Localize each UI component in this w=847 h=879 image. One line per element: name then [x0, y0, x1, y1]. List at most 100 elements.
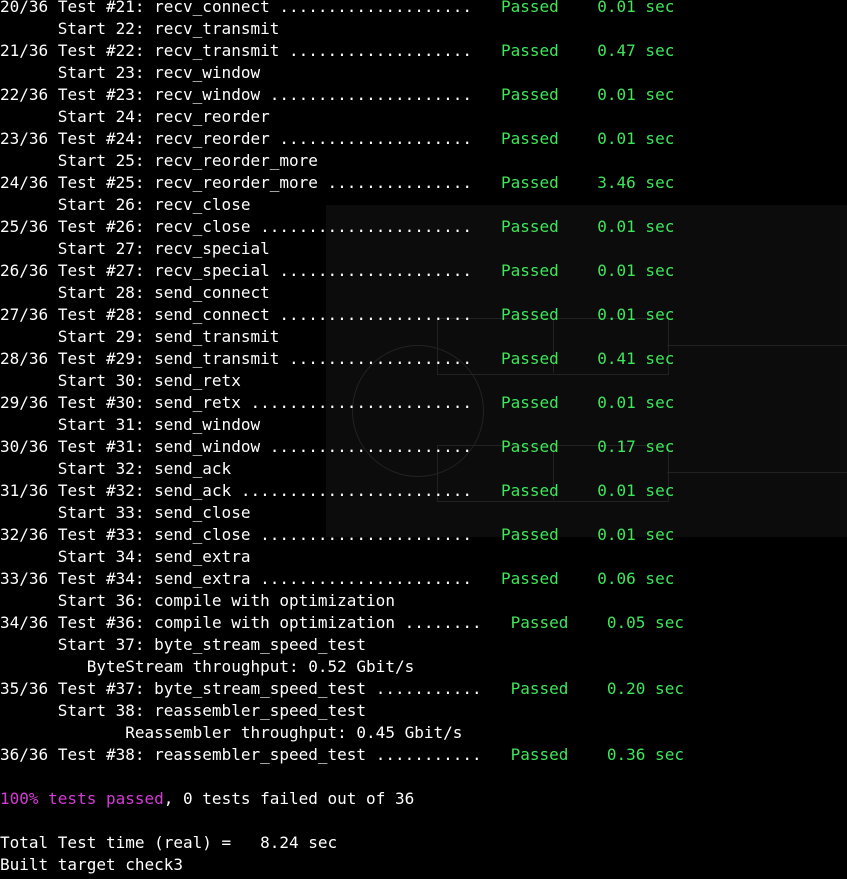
test-result-line: 34/36 Test #36: compile with optimizatio… — [0, 612, 847, 634]
test-time: 0.01 sec — [597, 261, 675, 280]
terminal-output: 20/36 Test #21: recv_connect ...........… — [0, 0, 847, 876]
test-time: 0.01 sec — [597, 393, 675, 412]
test-label: Test #29: send_transmit ................… — [57, 349, 473, 368]
test-status: Passed — [510, 745, 569, 764]
test-result-line: 28/36 Test #29: send_transmit ..........… — [0, 348, 847, 370]
test-status: Passed — [500, 173, 559, 192]
test-label: Test #32: send_ack .....................… — [57, 481, 473, 500]
test-result-line: 33/36 Test #34: send_extra .............… — [0, 568, 847, 590]
test-label: Test #34: send_extra ...................… — [57, 569, 473, 588]
test-result-line: 25/36 Test #26: recv_close .............… — [0, 216, 847, 238]
line-text: Start 28: send_connect — [0, 283, 270, 302]
line-text: Start 29: send_transmit — [0, 327, 280, 346]
test-label: Test #30: send_retx ....................… — [57, 393, 473, 412]
test-status: Passed — [500, 129, 559, 148]
test-time: 0.01 sec — [597, 481, 675, 500]
test-counter: 21/36 — [0, 41, 49, 60]
test-counter: 23/36 — [0, 129, 49, 148]
line-text: Start 23: recv_window — [0, 63, 261, 82]
test-label: Test #28: send_connect .................… — [57, 305, 473, 324]
test-time: 0.01 sec — [597, 0, 675, 16]
test-time: 0.01 sec — [597, 217, 675, 236]
test-result-line: 26/36 Test #27: recv_special ...........… — [0, 260, 847, 282]
test-label: Test #38: reassembler_speed_test .......… — [57, 745, 482, 764]
test-counter: 36/36 — [0, 745, 49, 764]
test-status: Passed — [510, 679, 569, 698]
test-time: 0.01 sec — [597, 525, 675, 544]
throughput-line: Reassembler throughput: 0.45 Gbit/s — [0, 722, 847, 744]
line-text: Start 26: recv_close — [0, 195, 251, 214]
test-result-line: 22/36 Test #23: recv_window ............… — [0, 84, 847, 106]
test-counter: 24/36 — [0, 173, 49, 192]
test-start-line: Start 32: send_ack — [0, 458, 847, 480]
test-label: Test #37: byte_stream_speed_test .......… — [57, 679, 482, 698]
test-start-line: Start 30: send_retx — [0, 370, 847, 392]
test-start-line: Start 25: recv_reorder_more — [0, 150, 847, 172]
line-text: Start 22: recv_transmit — [0, 19, 280, 38]
test-result-line: 23/36 Test #24: recv_reorder ...........… — [0, 128, 847, 150]
test-label: Test #33: send_close ...................… — [57, 525, 473, 544]
test-result-line: 30/36 Test #31: send_window ............… — [0, 436, 847, 458]
line-text: Start 31: send_window — [0, 415, 261, 434]
test-time: 0.05 sec — [606, 613, 684, 632]
summary-rest: , 0 tests failed out of 36 — [163, 789, 415, 808]
line-text: Built target check3 — [0, 855, 184, 874]
test-counter: 29/36 — [0, 393, 49, 412]
test-result-line: 20/36 Test #21: recv_connect ...........… — [0, 0, 847, 18]
test-start-line: Start 38: reassembler_speed_test — [0, 700, 847, 722]
test-counter: 27/36 — [0, 305, 49, 324]
test-status: Passed — [500, 0, 559, 16]
test-start-line: Start 27: recv_special — [0, 238, 847, 260]
test-start-line: Start 28: send_connect — [0, 282, 847, 304]
test-counter: 20/36 — [0, 0, 49, 16]
test-start-line: Start 37: byte_stream_speed_test — [0, 634, 847, 656]
test-start-line: Start 33: send_close — [0, 502, 847, 524]
test-status: Passed — [500, 305, 559, 324]
line-text: Start 30: send_retx — [0, 371, 241, 390]
line-text: Start 38: reassembler_speed_test — [0, 701, 367, 720]
test-counter: 35/36 — [0, 679, 49, 698]
test-label: Test #23: recv_window ..................… — [57, 85, 473, 104]
line-text: Reassembler throughput: 0.45 Gbit/s — [0, 723, 463, 742]
test-counter: 25/36 — [0, 217, 49, 236]
test-status: Passed — [500, 569, 559, 588]
test-time: 0.20 sec — [606, 679, 684, 698]
test-time: 0.01 sec — [597, 129, 675, 148]
test-counter: 33/36 — [0, 569, 49, 588]
test-counter: 26/36 — [0, 261, 49, 280]
test-counter: 30/36 — [0, 437, 49, 456]
test-label: Test #21: recv_connect .................… — [57, 0, 473, 16]
test-time: 0.17 sec — [597, 437, 675, 456]
test-result-line: 21/36 Test #22: recv_transmit ..........… — [0, 40, 847, 62]
test-status: Passed — [500, 41, 559, 60]
line-text: Start 24: recv_reorder — [0, 107, 270, 126]
test-status: Passed — [500, 525, 559, 544]
test-summary-line: 100% tests passed, 0 tests failed out of… — [0, 788, 847, 810]
test-start-line: Start 22: recv_transmit — [0, 18, 847, 40]
test-start-line: Start 34: send_extra — [0, 546, 847, 568]
test-start-line: Start 26: recv_close — [0, 194, 847, 216]
test-time: 0.36 sec — [606, 745, 684, 764]
test-status: Passed — [500, 217, 559, 236]
test-label: Test #25: recv_reorder_more ............… — [57, 173, 473, 192]
output-line: Total Test time (real) = 8.24 sec — [0, 832, 847, 854]
test-status: Passed — [500, 481, 559, 500]
test-result-line: 36/36 Test #38: reassembler_speed_test .… — [0, 744, 847, 766]
test-status: Passed — [510, 613, 569, 632]
test-result-line: 35/36 Test #37: byte_stream_speed_test .… — [0, 678, 847, 700]
test-label: Test #22: recv_transmit ................… — [57, 41, 473, 60]
line-text: Start 25: recv_reorder_more — [0, 151, 318, 170]
test-status: Passed — [500, 437, 559, 456]
test-start-line: Start 36: compile with optimization — [0, 590, 847, 612]
summary-percent: 100% tests passed — [0, 789, 164, 808]
test-label: Test #27: recv_special .................… — [57, 261, 473, 280]
throughput-line: ByteStream throughput: 0.52 Gbit/s — [0, 656, 847, 678]
test-status: Passed — [500, 393, 559, 412]
test-start-line: Start 23: recv_window — [0, 62, 847, 84]
line-text: Start 34: send_extra — [0, 547, 251, 566]
test-status: Passed — [500, 85, 559, 104]
test-time: 0.06 sec — [597, 569, 675, 588]
test-time: 0.47 sec — [597, 41, 675, 60]
test-label: Test #31: send_window ..................… — [57, 437, 473, 456]
test-start-line: Start 29: send_transmit — [0, 326, 847, 348]
